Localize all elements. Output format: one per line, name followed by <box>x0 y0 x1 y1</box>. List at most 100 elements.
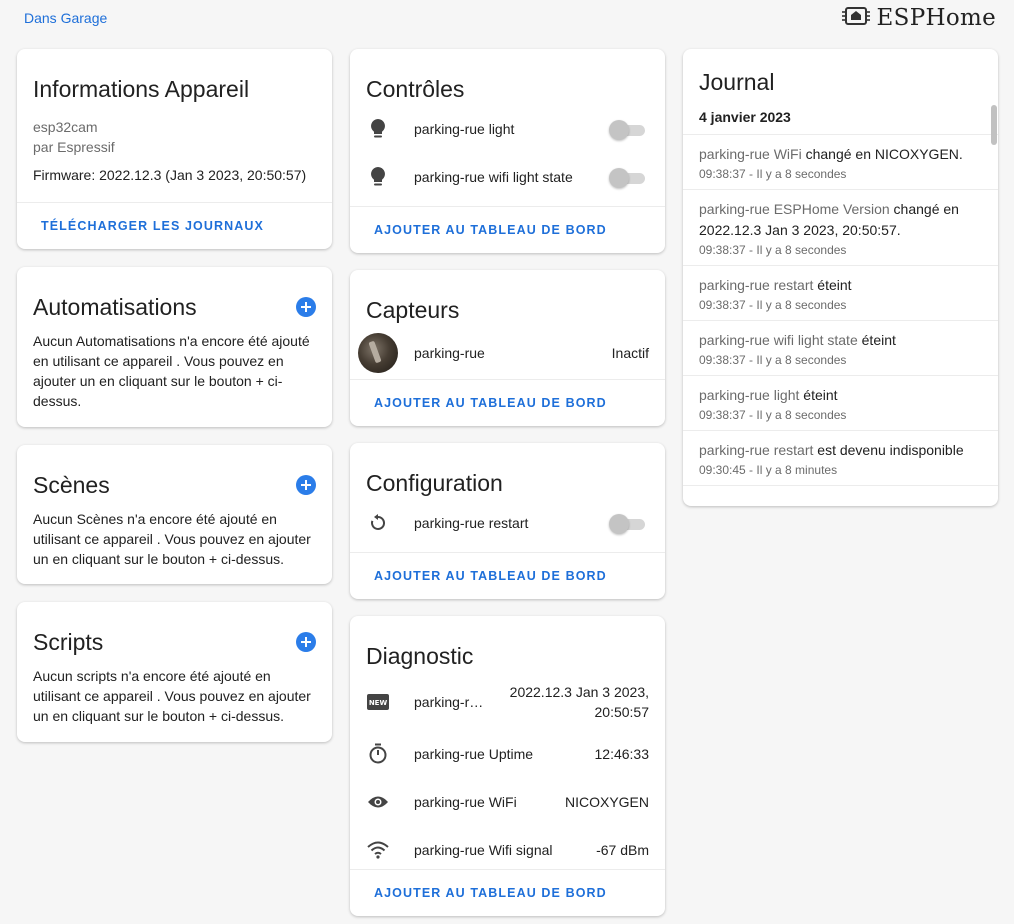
sensors-actions: Ajouter au tableau de bord <box>350 379 665 426</box>
diagnostic-actions: Ajouter au tableau de bord <box>350 869 665 916</box>
add-to-dashboard-button[interactable]: Ajouter au tableau de bord <box>374 396 607 410</box>
automations-title: Automatisations <box>33 293 197 320</box>
scenes-empty-text: Aucun Scènes n'a encore été ajouté en ut… <box>33 511 311 567</box>
journal-list[interactable]: 4 janvier 2023 parking-rue WiFi changé e… <box>683 97 998 506</box>
entity-name: parking-r… <box>414 694 484 710</box>
journal-entry[interactable]: parking-rue WiFi changé en NICOXYGEN. 09… <box>683 135 998 190</box>
scripts-empty-text: Aucun scripts n'a encore été ajouté en u… <box>33 668 311 724</box>
sensors-header: Capteurs <box>350 270 665 328</box>
eye-icon <box>366 790 390 814</box>
journal-entry[interactable]: parking-rue light éteint 09:38:37 - Il y… <box>683 376 998 431</box>
automations-header: Automatisations <box>17 267 332 325</box>
wifi-icon <box>366 838 390 862</box>
add-to-dashboard-button[interactable]: Ajouter au tableau de bord <box>374 886 607 900</box>
journal-scrollbar[interactable] <box>991 105 997 145</box>
entity-row[interactable]: parking-rue Wifi signal -67 dBm <box>350 826 665 874</box>
svg-text:NEW: NEW <box>369 699 388 707</box>
entity-state: 2022.12.3 Jan 3 2023, 20:50:57 <box>510 682 649 722</box>
journal-card: Journal 4 janvier 2023 parking-rue WiFi … <box>683 49 998 506</box>
journal-entry[interactable]: parking-rue wifi light state éteint 09:3… <box>683 321 998 376</box>
camera-thumbnail <box>358 333 398 373</box>
entity-link[interactable]: parking-rue restart <box>699 442 813 458</box>
scripts-header: Scripts <box>17 602 332 660</box>
device-info-body: esp32cam par Espressif Firmware: 2022.12… <box>17 107 332 185</box>
diagnostic-card: Diagnostic NEW parking-r… 2022.12.3 Jan … <box>350 616 665 916</box>
light-toggle-switch[interactable] <box>609 119 645 140</box>
restart-toggle-switch[interactable] <box>609 513 645 534</box>
entity-row[interactable]: parking-rue light <box>350 105 665 153</box>
entity-name: parking-rue Wifi signal <box>414 842 553 858</box>
diagnostic-title: Diagnostic <box>366 642 474 669</box>
add-to-dashboard-button[interactable]: Ajouter au tableau de bord <box>374 223 607 237</box>
journal-entry-message: parking-rue light éteint <box>699 385 982 406</box>
journal-entry-message: parking-rue wifi light state éteint <box>699 330 982 351</box>
brand-name: ESPHome <box>876 5 996 31</box>
journal-entry-time: 09:38:37 - Il y a 8 secondes <box>699 243 847 257</box>
breadcrumb-area-link[interactable]: Dans Garage <box>24 10 107 26</box>
add-script-icon[interactable] <box>296 632 316 652</box>
entity-link[interactable]: parking-rue light <box>699 387 799 403</box>
download-logs-button[interactable]: Télécharger les journaux <box>41 219 264 233</box>
esphome-brand: ESPHome <box>841 4 996 32</box>
wifi-light-state-toggle-switch[interactable] <box>609 167 645 188</box>
add-to-dashboard-button[interactable]: Ajouter au tableau de bord <box>374 569 607 583</box>
journal-entry-time: 09:38:37 - Il y a 8 secondes <box>699 167 847 181</box>
entity-name: parking-rue WiFi <box>414 794 517 810</box>
journal-entry[interactable]: parking-rue restart éteint 09:38:37 - Il… <box>683 266 998 321</box>
journal-entry-message: parking-rue WiFi changé en NICOXYGEN. <box>699 144 982 165</box>
device-info-actions: Télécharger les journaux <box>17 202 332 249</box>
journal-entry-time: 09:38:37 - Il y a 8 secondes <box>699 298 847 312</box>
entity-name: parking-rue light <box>414 121 515 137</box>
entity-name: parking-rue restart <box>414 515 529 531</box>
add-scene-icon[interactable] <box>296 475 316 495</box>
scenes-header: Scènes <box>17 445 332 503</box>
device-info-card: Informations Appareil esp32cam par Espre… <box>17 49 332 249</box>
configuration-title: Configuration <box>366 469 503 496</box>
new-box-icon: NEW <box>366 690 390 714</box>
entity-row[interactable]: parking-rue Uptime 12:46:33 <box>350 730 665 778</box>
column-journal: Journal 4 janvier 2023 parking-rue WiFi … <box>683 49 998 506</box>
device-firmware: Firmware: 2022.12.3 (Jan 3 2023, 20:50:5… <box>33 167 307 183</box>
sensors-card: Capteurs parking-rue Inactif Ajouter au … <box>350 270 665 426</box>
journal-title: Journal <box>699 68 775 95</box>
journal-entry-message: parking-rue ESPHome Version changé en 20… <box>699 199 982 241</box>
entity-row[interactable]: parking-rue wifi light state <box>350 153 665 201</box>
entity-state: 12:46:33 <box>594 746 650 762</box>
entity-link[interactable]: parking-rue ESPHome Version <box>699 201 890 217</box>
column-entities: Contrôles parking-rue light parking-rue … <box>350 49 665 916</box>
entity-row[interactable]: parking-rue restart <box>350 499 665 547</box>
entry-text: changé en NICOXYGEN. <box>801 146 963 162</box>
entity-name: parking-rue <box>414 345 485 361</box>
entity-row[interactable]: NEW parking-r… 2022.12.3 Jan 3 2023, 20:… <box>350 674 665 730</box>
entity-state-line2: 20:50:57 <box>594 704 650 720</box>
journal-entry[interactable]: parking-rue restart est devenu indisponi… <box>683 431 998 486</box>
entity-link[interactable]: parking-rue WiFi <box>699 146 802 162</box>
journal-entry-time: 09:30:45 - Il y a 8 minutes <box>699 463 838 477</box>
automations-card: Automatisations Aucun Automatisations n'… <box>17 267 332 427</box>
entity-link[interactable]: parking-rue restart <box>699 277 813 293</box>
timer-icon <box>366 742 390 766</box>
journal-entry[interactable]: parking-rue ESPHome Version changé en 20… <box>683 190 998 266</box>
diagnostic-header: Diagnostic <box>350 616 665 674</box>
entity-link[interactable]: parking-rue wifi light state <box>699 332 858 348</box>
entity-state: -67 dBm <box>596 842 649 858</box>
scenes-card: Scènes Aucun Scènes n'a encore été ajout… <box>17 445 332 584</box>
entity-row[interactable]: parking-rue Inactif <box>350 326 665 380</box>
entity-row[interactable]: parking-rue WiFi NICOXYGEN <box>350 778 665 826</box>
scripts-card: Scripts Aucun scripts n'a encore été ajo… <box>17 602 332 742</box>
top-bar: Dans Garage ESPHome <box>0 0 1014 40</box>
journal-entry-message: parking-rue restart éteint <box>699 275 982 296</box>
entity-state: Inactif <box>611 345 649 361</box>
configuration-actions: Ajouter au tableau de bord <box>350 552 665 599</box>
lightbulb-icon <box>366 165 390 189</box>
automations-empty-text: Aucun Automatisations n'a encore été ajo… <box>33 333 310 409</box>
scenes-title: Scènes <box>33 471 110 498</box>
journal-entry-time: 09:38:37 - Il y a 8 secondes <box>699 408 847 422</box>
entry-text: est devenu indisponible <box>813 442 964 458</box>
column-device-info: Informations Appareil esp32cam par Espre… <box>17 49 332 742</box>
entry-text: éteint <box>813 277 852 293</box>
journal-date-header: 4 janvier 2023 <box>683 99 998 135</box>
device-manufacturer: par Espressif <box>33 139 115 155</box>
add-automation-icon[interactable] <box>296 297 316 317</box>
controls-header: Contrôles <box>350 49 665 107</box>
